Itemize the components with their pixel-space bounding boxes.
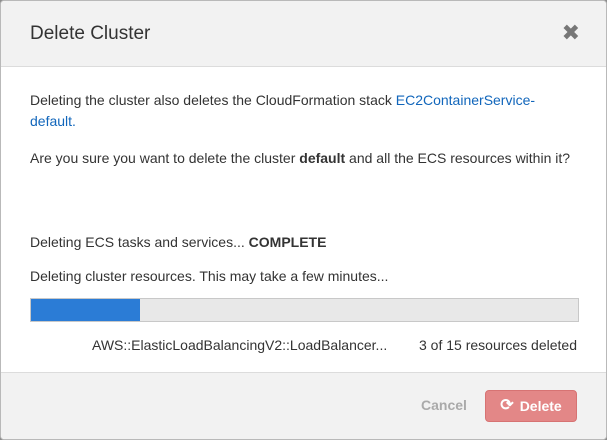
current-resource-name: AWS::ElasticLoadBalancingV2::LoadBalance… <box>92 337 388 353</box>
delete-cluster-dialog: Delete Cluster ✖ Deleting the cluster al… <box>0 0 607 440</box>
cloudformation-text: Deleting the cluster also deletes the Cl… <box>30 92 396 108</box>
tasks-status-text: Deleting ECS tasks and services... <box>30 234 249 250</box>
delete-button[interactable]: ⟳ Delete <box>485 390 577 422</box>
dialog-header: Delete Cluster ✖ <box>1 1 606 67</box>
deletion-progress-bar <box>30 298 579 322</box>
delete-button-label: Delete <box>519 398 562 414</box>
confirm-message: Are you sure you want to delete the clus… <box>30 148 577 169</box>
tasks-status-message: Deleting ECS tasks and services... COMPL… <box>30 232 577 253</box>
dialog-title: Delete Cluster <box>30 23 151 44</box>
deletion-progress-fill <box>31 299 141 321</box>
resource-count: 3 of 15 resources deleted <box>419 337 577 353</box>
cloudformation-message: Deleting the cluster also deletes the Cl… <box>30 90 577 132</box>
cancel-button[interactable]: Cancel <box>421 397 467 413</box>
refresh-icon: ⟳ <box>500 397 514 414</box>
dialog-footer: Cancel ⟳ Delete <box>1 372 606 439</box>
confirm-suffix: and all the ECS resources within it? <box>345 150 571 166</box>
tasks-status-value: COMPLETE <box>248 234 327 250</box>
close-icon[interactable]: ✖ <box>562 22 580 44</box>
cluster-name: default <box>299 150 346 166</box>
confirm-prefix: Are you sure you want to delete the clus… <box>30 150 300 166</box>
resources-status-message: Deleting cluster resources. This may tak… <box>30 268 389 284</box>
